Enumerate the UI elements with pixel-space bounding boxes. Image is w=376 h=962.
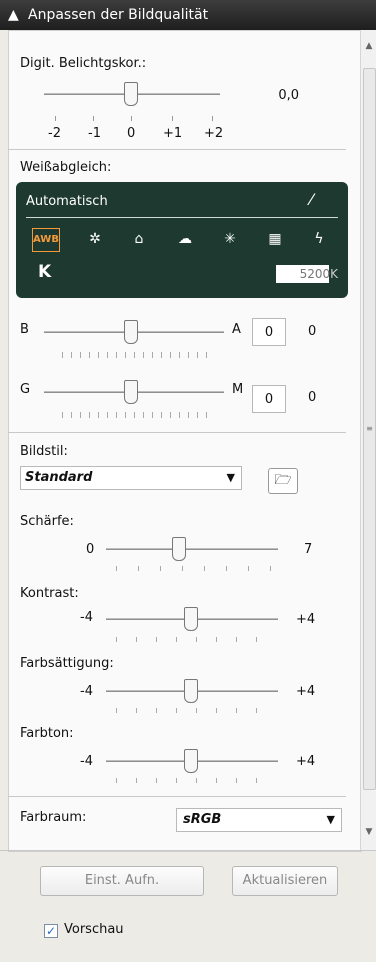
white-balance-label: Weißabgleich: xyxy=(20,160,112,175)
exposure-value: 0,0 xyxy=(278,88,299,103)
contrast-max: +4 xyxy=(296,612,316,627)
exposure-tick xyxy=(55,116,56,121)
tungsten-icon[interactable]: ✳ xyxy=(217,228,243,250)
tone-label: Farbton: xyxy=(20,726,74,741)
section-divider xyxy=(8,432,346,433)
saturation-label: Farbsättigung: xyxy=(20,656,114,671)
scroll-grip-icon: ≡ xyxy=(366,424,373,433)
kelvin-mode-label[interactable]: K xyxy=(38,262,51,282)
exposure-tick-label: 0 xyxy=(127,126,136,141)
sharpness-max: 7 xyxy=(304,542,313,557)
ba-slider-thumb[interactable] xyxy=(124,320,138,344)
exposure-label: Digit. Belichtgskor.: xyxy=(20,56,147,71)
preview-label: Vorschau xyxy=(64,922,124,937)
scrollbar-thumb[interactable]: ≡ xyxy=(363,68,376,790)
ba-value-text: 0 xyxy=(308,324,317,339)
gm-value-field[interactable]: 0 xyxy=(252,385,286,413)
tone-ticks xyxy=(116,778,276,783)
kelvin-unit: K xyxy=(330,267,338,281)
exposure-tick-label: -2 xyxy=(48,126,61,141)
contrast-min: -4 xyxy=(80,610,93,625)
dropdown-arrow-icon: ▼ xyxy=(326,813,335,826)
ba-value-field[interactable]: 0 xyxy=(252,318,286,346)
kelvin-value: 5200 xyxy=(299,267,331,281)
awb-icon[interactable]: AWB xyxy=(32,228,60,252)
exposure-tick xyxy=(93,116,94,121)
exposure-tick-label: +2 xyxy=(204,126,224,141)
contrast-label: Kontrast: xyxy=(20,586,79,601)
scroll-up-arrow-icon[interactable]: ▲ xyxy=(361,38,376,54)
tone-max: +4 xyxy=(296,754,316,769)
shift-a-label: A xyxy=(232,322,241,337)
exposure-tick xyxy=(172,116,173,121)
section-divider xyxy=(8,149,346,150)
shade-icon[interactable]: ⌂ xyxy=(126,228,152,250)
exposure-tick xyxy=(131,116,132,121)
shot-settings-button[interactable]: Einst. Aufn. xyxy=(40,866,204,896)
daylight-icon[interactable]: ✲ xyxy=(82,228,108,250)
picture-style-label: Bildstil: xyxy=(20,444,68,459)
gm-slider-thumb[interactable] xyxy=(124,380,138,404)
saturation-max: +4 xyxy=(296,684,316,699)
fluorescent-icon[interactable]: ▦ xyxy=(262,228,288,250)
collapse-triangle-icon[interactable]: ▲ xyxy=(8,0,19,30)
panel-title: Anpassen der Bildqualität xyxy=(28,7,209,23)
flash-icon[interactable]: ϟ xyxy=(306,228,332,250)
preview-checkbox[interactable]: ✓ xyxy=(44,924,58,938)
sharpness-label: Schärfe: xyxy=(20,514,74,529)
white-balance-mode[interactable]: Automatisch xyxy=(26,194,108,209)
exposure-slider-thumb[interactable] xyxy=(124,82,138,106)
refresh-button[interactable]: Aktualisieren xyxy=(232,866,338,896)
contrast-slider-thumb[interactable] xyxy=(184,607,198,631)
shift-g-label: G xyxy=(20,382,31,397)
cloudy-icon[interactable]: ☁ xyxy=(172,228,198,250)
saturation-min: -4 xyxy=(80,684,93,699)
ba-ticks xyxy=(62,352,212,358)
gm-ticks xyxy=(62,412,212,418)
tone-slider-thumb[interactable] xyxy=(184,749,198,773)
exposure-tick xyxy=(212,116,213,121)
picture-style-select[interactable]: Standard ▼ xyxy=(20,466,242,490)
bottom-divider xyxy=(0,850,376,851)
sharpness-slider-track[interactable] xyxy=(106,548,278,550)
white-balance-divider xyxy=(26,217,338,218)
sharpness-slider-thumb[interactable] xyxy=(172,537,186,561)
kelvin-value-field[interactable]: 5200K xyxy=(276,265,344,283)
sharpness-ticks xyxy=(116,566,274,571)
white-balance-panel: Automatisch ⁄ AWB ✲ ⌂ ☁ ✳ ▦ ϟ K 5200K xyxy=(16,182,348,298)
colorspace-label: Farbraum: xyxy=(20,810,87,825)
exposure-tick-label: -1 xyxy=(88,126,101,141)
shift-m-label: M xyxy=(232,382,244,397)
tone-min: -4 xyxy=(80,754,93,769)
contrast-ticks xyxy=(116,637,276,642)
sharpness-min: 0 xyxy=(86,542,95,557)
colorspace-value: sRGB xyxy=(183,812,222,827)
scroll-down-arrow-icon[interactable]: ▼ xyxy=(361,824,376,840)
saturation-slider-thumb[interactable] xyxy=(184,679,198,703)
picture-style-value: Standard xyxy=(25,470,93,485)
scrollbar[interactable]: ▲ ≡ ▼ xyxy=(360,30,376,850)
dropdown-arrow-icon: ▼ xyxy=(226,471,235,484)
section-divider xyxy=(8,796,346,797)
open-folder-icon[interactable]: 🗁 xyxy=(268,468,298,494)
exposure-tick-label: +1 xyxy=(163,126,183,141)
shift-b-label: B xyxy=(20,322,29,337)
gm-value-text: 0 xyxy=(308,390,317,405)
eyedropper-icon[interactable]: ⁄ xyxy=(310,190,313,209)
panel-title-bar[interactable]: ▲ Anpassen der Bildqualität xyxy=(0,0,376,30)
saturation-ticks xyxy=(116,708,276,713)
colorspace-select[interactable]: sRGB ▼ xyxy=(176,808,342,832)
